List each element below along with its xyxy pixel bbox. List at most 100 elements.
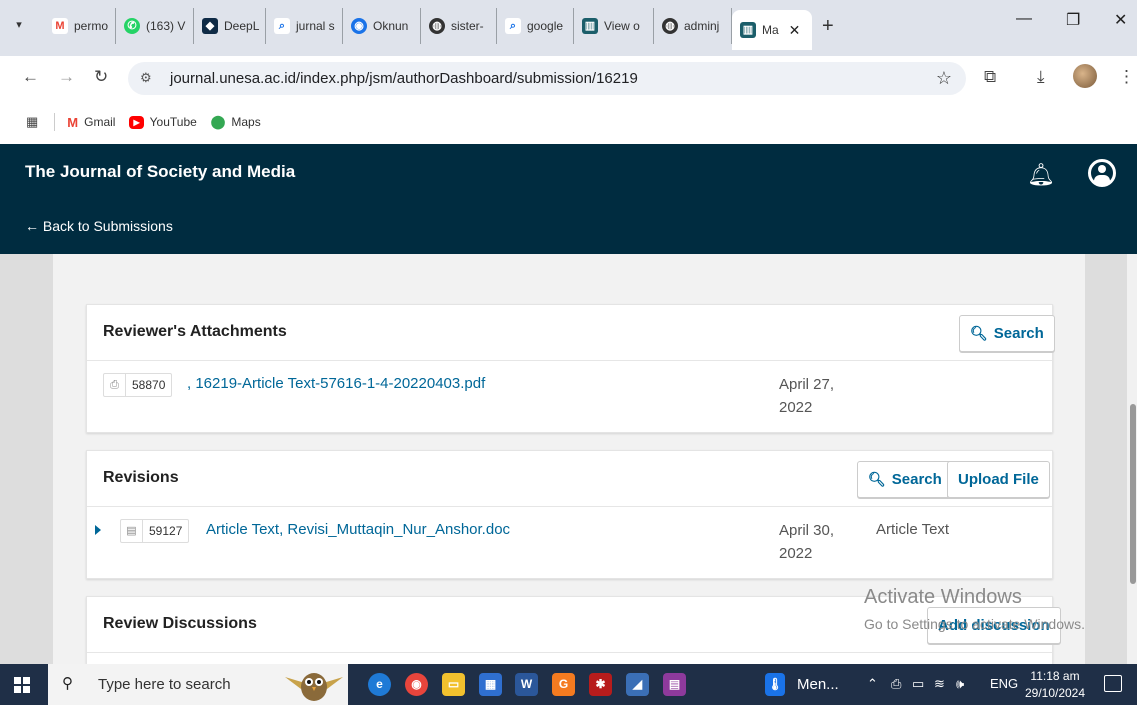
close-window-icon[interactable]: ✕	[1114, 10, 1127, 30]
notification-center-icon[interactable]	[1104, 675, 1122, 692]
doc-file-icon: ▤	[121, 520, 143, 542]
file-id-badge: ▤ 59127	[120, 519, 190, 543]
journal-title[interactable]: The Journal of Society and Media	[25, 162, 295, 182]
word-icon[interactable]: W	[515, 673, 538, 696]
restore-icon[interactable]: ❐	[1066, 10, 1080, 30]
activate-windows-watermark: Activate Windows	[864, 586, 1022, 608]
new-tab-icon[interactable]: +	[822, 15, 834, 38]
notes-app-icon[interactable]: ◢	[626, 673, 649, 696]
search-icon: 🔍︎	[868, 471, 886, 487]
back-arrow-icon[interactable]: ←	[22, 67, 39, 87]
panel-title: Reviewer's Attachments	[103, 323, 287, 340]
tab-list: M permo ✆ (163) V ◆ DeepL ⌕ jurnal s ◉ O…	[44, 8, 834, 50]
file-id: 59127	[149, 524, 183, 538]
tab-label: sister-	[451, 19, 484, 33]
search-icon: ⌕	[505, 18, 521, 34]
tab-label: jurnal s	[296, 19, 335, 33]
bookmarks-bar: ▦ M Gmail ▶ YouTube ⬤ Maps	[0, 100, 1137, 144]
journal-icon: ▥	[740, 22, 756, 38]
tab-item[interactable]: ▥ View o	[574, 8, 654, 44]
bookmark-gmail[interactable]: M Gmail	[67, 115, 115, 130]
tab-label: (163) V	[146, 19, 186, 33]
expand-row-icon[interactable]	[95, 525, 101, 535]
browser-window: { "browser": { "tabs": [ {"label": "perm…	[0, 0, 1137, 705]
notification-bell-icon[interactable]: 🔔︎	[1027, 162, 1055, 188]
gmail-icon: M	[52, 18, 68, 34]
tab-label: adminj	[684, 19, 720, 33]
volume-icon[interactable]: 🕪︎	[956, 676, 964, 692]
file-explorer-icon[interactable]: ▭	[442, 673, 465, 696]
file-link[interactable]: , 16219-Article Text-57616-1-4-20220403.…	[187, 375, 485, 392]
search-button[interactable]: 🔍︎ Search	[857, 461, 953, 498]
file-date-line: 2022	[779, 399, 813, 416]
taskbar-search-placeholder: Type here to search	[98, 676, 231, 693]
chrome-icon[interactable]: ◉	[405, 673, 428, 696]
running-app-icon[interactable]: 🌡︎	[765, 673, 785, 696]
scrollbar-thumb[interactable]	[1130, 404, 1136, 584]
back-to-submissions-link[interactable]: ← Back to Submissions	[25, 218, 173, 234]
close-tab-icon[interactable]: ✕	[789, 22, 801, 39]
system-clock[interactable]: 11:18 am 29/10/2024	[1024, 668, 1086, 702]
turnitin-icon: ◉	[351, 18, 367, 34]
pdf-app-icon[interactable]: G	[552, 673, 575, 696]
file-link[interactable]: Article Text, Revisi_Muttaqin_Nur_Anshor…	[206, 521, 510, 538]
file-type: Article Text	[876, 521, 950, 538]
pdf-file-icon: ⎙	[104, 374, 126, 396]
bookmark-divider	[54, 113, 56, 131]
tab-label: google	[527, 19, 564, 33]
tab-search-menu-icon[interactable]: ▾	[8, 14, 30, 36]
store-icon[interactable]: ▦	[479, 673, 502, 696]
windows-start-icon[interactable]	[14, 677, 30, 693]
download-icon[interactable]: ⤓	[1037, 67, 1045, 87]
user-account-icon[interactable]	[1088, 159, 1116, 187]
reviewer-attachments-panel: Reviewer's Attachments 🔍︎ Search ⎙ 58870 …	[86, 304, 1055, 433]
tab-item[interactable]: ◉ Oknun	[343, 8, 421, 44]
panel-header: Revisions 🔍︎ Search Upload File	[87, 451, 1052, 507]
tab-label: Ma	[762, 23, 779, 37]
file-date-line: 2022	[779, 545, 813, 562]
tab-item[interactable]: ⌕ jurnal s	[266, 8, 343, 44]
archive-app-icon[interactable]: ▤	[663, 673, 686, 696]
show-hidden-icons-icon[interactable]: ⌃	[867, 676, 878, 692]
more-menu-icon[interactable]: ⋮	[1118, 67, 1135, 87]
battery-icon[interactable]: ▭	[912, 676, 924, 692]
tab-item[interactable]: ⌕ google	[497, 8, 574, 44]
reload-icon[interactable]: ↻	[94, 67, 108, 87]
tab-item[interactable]: ◆ DeepL	[194, 8, 266, 44]
bookmark-label: Gmail	[84, 115, 116, 129]
upload-file-button[interactable]: Upload File	[947, 461, 1050, 498]
minimize-icon[interactable]: —	[1016, 10, 1032, 28]
tab-item[interactable]: ✆ (163) V	[116, 8, 194, 44]
tab-item[interactable]: ◍ sister-	[421, 8, 497, 44]
apps-grid-icon[interactable]: ▦	[26, 114, 38, 130]
owl-mascot-icon	[285, 673, 343, 701]
bookmark-star-icon[interactable]: ☆	[936, 68, 952, 89]
meet-now-icon[interactable]: ⎙	[891, 676, 901, 692]
bookmark-label: Maps	[231, 115, 261, 129]
clock-date: 29/10/2024	[1024, 686, 1086, 700]
bookmark-maps[interactable]: ⬤ Maps	[211, 114, 261, 130]
tab-label: Oknun	[373, 19, 409, 33]
mendeley-icon[interactable]: ✱	[589, 673, 612, 696]
journal-header: The Journal of Society and Media ← Back …	[0, 144, 1137, 254]
input-language[interactable]: ENG	[990, 676, 1018, 691]
tab-active[interactable]: ▥ Ma ✕	[732, 10, 812, 50]
running-app-label[interactable]: Men...	[797, 676, 839, 693]
extensions-icon[interactable]: ⧉	[984, 67, 996, 87]
search-button[interactable]: 🔍︎ Search	[959, 315, 1055, 352]
search-button-label: Search	[993, 325, 1044, 342]
address-bar[interactable]: ⚙ journal.unesa.ac.id/index.php/jsm/auth…	[128, 62, 966, 95]
url-text[interactable]: journal.unesa.ac.id/index.php/jsm/author…	[170, 70, 638, 87]
tab-item[interactable]: ◍ adminj	[654, 8, 732, 44]
youtube-icon: ▶	[129, 115, 144, 129]
forward-arrow-icon[interactable]: →	[58, 67, 75, 87]
tab-item[interactable]: M permo	[44, 8, 116, 44]
edge-icon[interactable]: e	[368, 673, 391, 696]
profile-avatar[interactable]	[1073, 64, 1097, 88]
site-info-icon[interactable]: ⚙	[140, 70, 152, 86]
bookmark-youtube[interactable]: ▶ YouTube	[129, 115, 197, 129]
tab-label: View o	[604, 19, 640, 33]
wifi-icon[interactable]: ≋	[934, 676, 945, 692]
file-date: April 30, 2022	[779, 519, 849, 565]
maps-icon: ⬤	[210, 114, 226, 129]
